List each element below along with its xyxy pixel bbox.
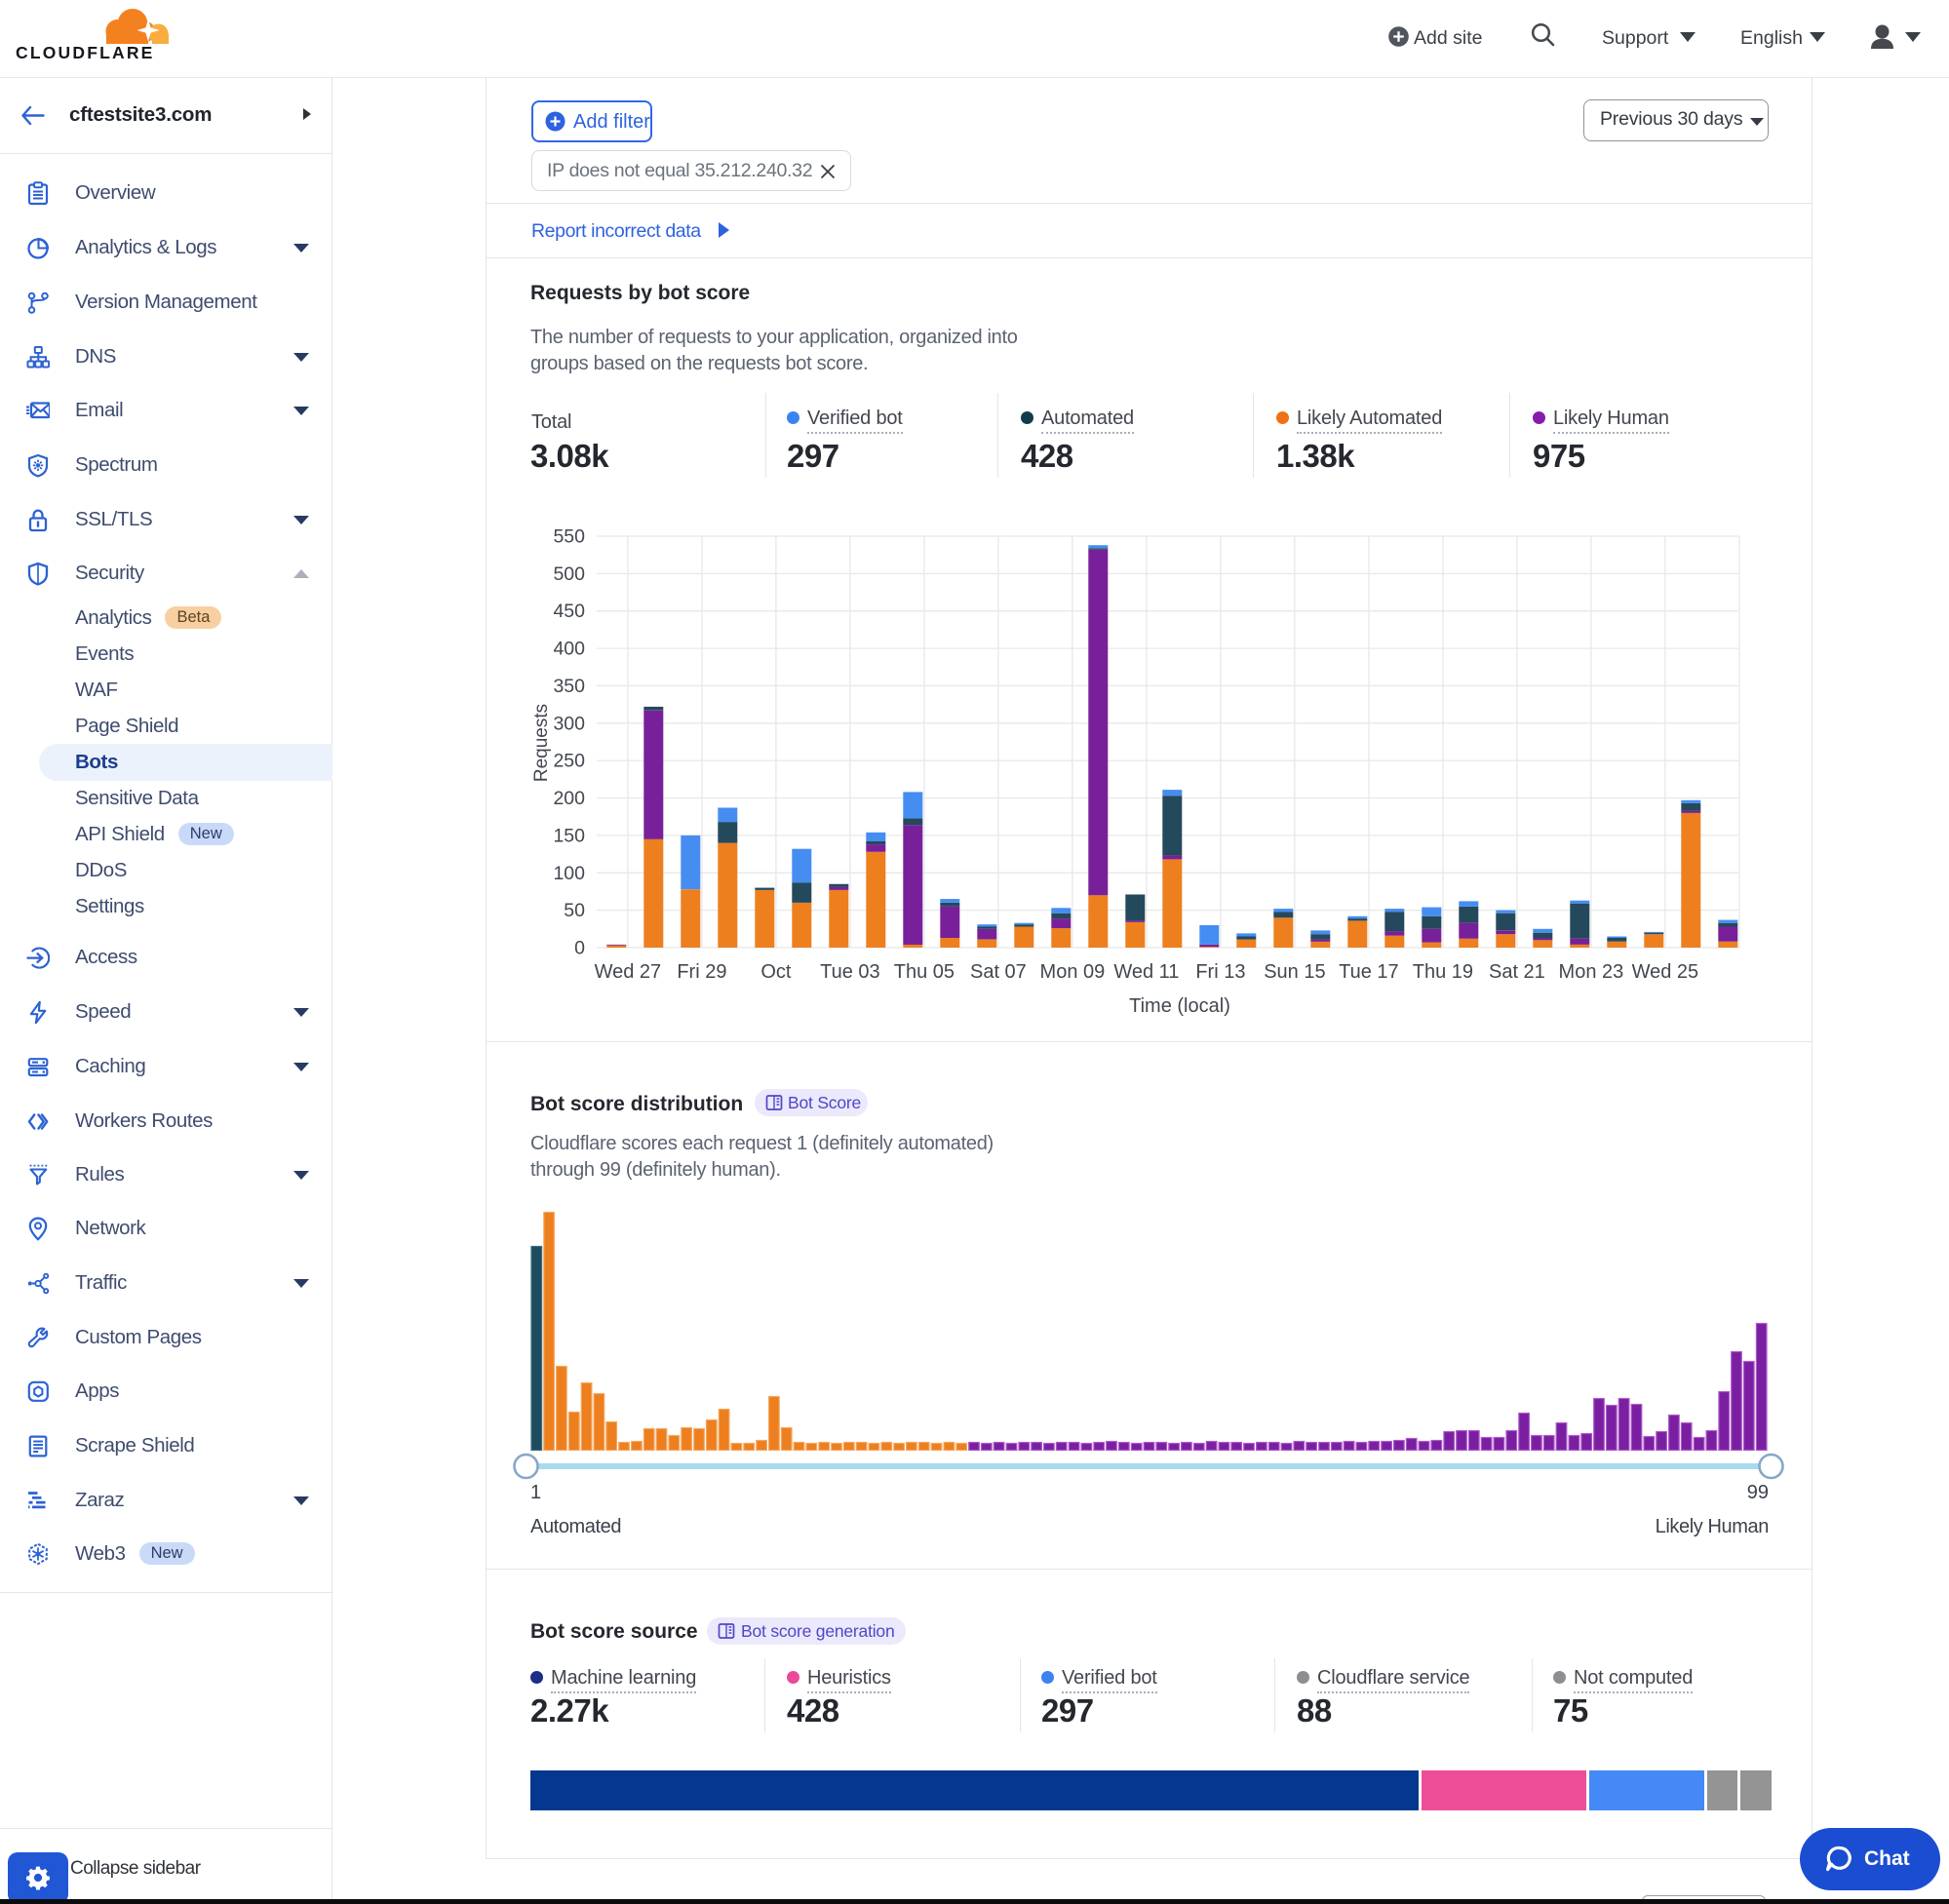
svg-text:250: 250 bbox=[553, 751, 585, 772]
svg-text:400: 400 bbox=[553, 639, 585, 660]
svg-text:50: 50 bbox=[564, 900, 585, 921]
svg-text:Likely Human: Likely Human bbox=[1656, 1516, 1769, 1537]
svg-text:Tue 17: Tue 17 bbox=[1339, 961, 1399, 983]
svg-text:CLOUDFLARE: CLOUDFLARE bbox=[16, 43, 155, 62]
svg-text:100: 100 bbox=[553, 863, 585, 884]
svg-text:300: 300 bbox=[553, 713, 585, 734]
svg-text:Wed 25: Wed 25 bbox=[1632, 961, 1699, 983]
svg-text:Mon 23: Mon 23 bbox=[1559, 961, 1624, 983]
svg-text:1: 1 bbox=[530, 1482, 541, 1503]
svg-text:Fri 29: Fri 29 bbox=[677, 961, 726, 983]
svg-text:Oct: Oct bbox=[760, 961, 792, 983]
svg-text:Mon 09: Mon 09 bbox=[1040, 961, 1106, 983]
svg-text:Sat 07: Sat 07 bbox=[970, 961, 1027, 983]
svg-text:Thu 05: Thu 05 bbox=[894, 961, 955, 983]
svg-text:Wed 11: Wed 11 bbox=[1113, 961, 1179, 983]
svg-text:350: 350 bbox=[553, 676, 585, 697]
svg-text:450: 450 bbox=[553, 601, 585, 622]
svg-text:Sun 15: Sun 15 bbox=[1264, 961, 1325, 983]
svg-text:Wed 27: Wed 27 bbox=[595, 961, 662, 983]
svg-text:500: 500 bbox=[553, 563, 585, 585]
svg-text:Sat 21: Sat 21 bbox=[1489, 961, 1545, 983]
svg-text:Fri 13: Fri 13 bbox=[1195, 961, 1245, 983]
svg-text:Thu 19: Thu 19 bbox=[1413, 961, 1473, 983]
svg-text:0: 0 bbox=[574, 938, 585, 959]
svg-text:Tue 03: Tue 03 bbox=[820, 961, 880, 983]
svg-text:Automated: Automated bbox=[530, 1516, 621, 1537]
svg-text:Time (local): Time (local) bbox=[1129, 995, 1230, 1017]
svg-text:550: 550 bbox=[553, 526, 585, 548]
svg-text:99: 99 bbox=[1747, 1482, 1769, 1503]
svg-text:Requests: Requests bbox=[531, 704, 552, 782]
svg-text:200: 200 bbox=[553, 788, 585, 809]
svg-text:150: 150 bbox=[553, 825, 585, 846]
